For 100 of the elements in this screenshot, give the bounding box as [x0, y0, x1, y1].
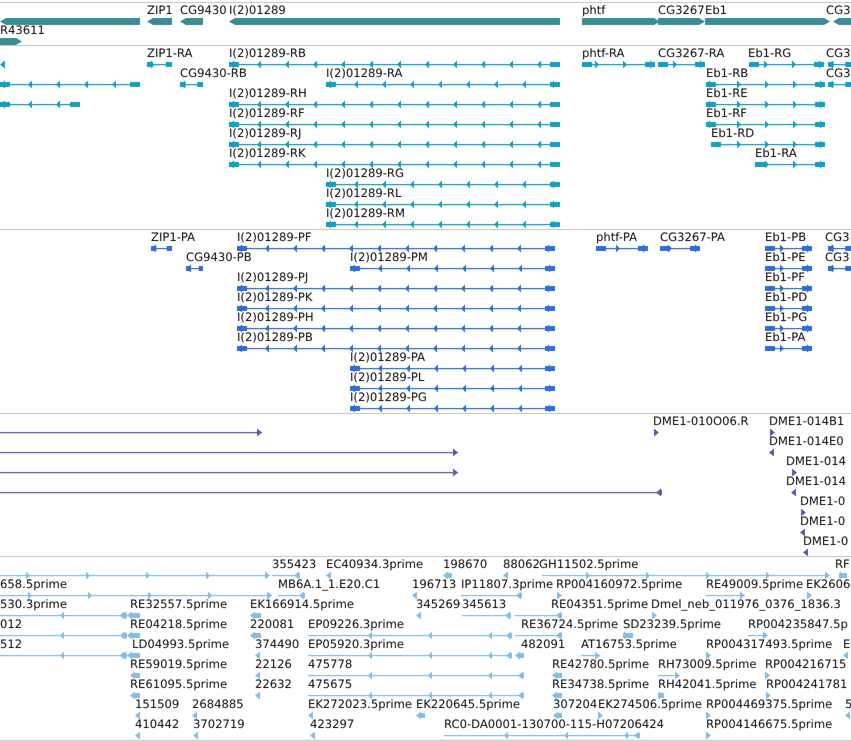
- protein-drawing[interactable]: [237, 284, 555, 293]
- feature-label: 345613: [462, 598, 506, 611]
- feature-label: phtf: [582, 4, 606, 17]
- clone-alignment-drawing[interactable]: [791, 488, 797, 497]
- clone-alignment-drawing[interactable]: [800, 528, 806, 537]
- protein-drawing[interactable]: [765, 304, 812, 313]
- clone-alignment-drawing[interactable]: [769, 448, 775, 457]
- protein-drawing[interactable]: [237, 344, 555, 353]
- feature-label: I(2)01289-RL: [326, 187, 402, 200]
- est-alignment-drawing[interactable]: [552, 671, 562, 680]
- clone-alignment-drawing[interactable]: [0, 488, 662, 497]
- feature-label: CG3: [825, 231, 850, 244]
- protein-drawing[interactable]: [765, 244, 812, 253]
- feature-label: EC40934.3prime: [326, 558, 424, 571]
- est-alignment-drawing[interactable]: [706, 651, 711, 660]
- feature-label: Eb1-RA: [755, 147, 797, 160]
- feature-label: CG3267-PA: [660, 231, 725, 244]
- feature-label: RH42041.5prime: [658, 678, 756, 691]
- gene-bar[interactable]: [658, 17, 705, 26]
- est-alignment-drawing[interactable]: [806, 591, 813, 600]
- clone-alignment-drawing[interactable]: [0, 428, 262, 437]
- clone-alignment-drawing[interactable]: [0, 448, 458, 457]
- clone-alignment-drawing[interactable]: [0, 468, 458, 477]
- feature-label: EK274506.5prime: [598, 698, 702, 711]
- protein-drawing[interactable]: [186, 264, 203, 273]
- gene-bar[interactable]: [0, 17, 140, 26]
- protein-drawing[interactable]: [828, 244, 851, 253]
- feature-label: 307204: [553, 698, 598, 711]
- est-alignment-drawing[interactable]: [255, 651, 261, 660]
- clone-alignment-drawing[interactable]: [653, 428, 660, 437]
- protein-drawing[interactable]: [350, 264, 555, 273]
- gene-bar[interactable]: [147, 17, 172, 26]
- est-alignment-drawing[interactable]: [255, 671, 261, 680]
- est-alignment-drawing[interactable]: [766, 691, 771, 700]
- feature-label: Eb1-PA: [765, 331, 806, 344]
- feature-label: Eb1-PD: [765, 291, 808, 304]
- gene-bar[interactable]: [229, 17, 560, 26]
- protein-drawing[interactable]: [237, 304, 555, 313]
- est-alignment-drawing[interactable]: [192, 711, 197, 720]
- feature-label: EP09226.3prime: [308, 618, 404, 631]
- feature-label: AT16753.5prime: [581, 638, 677, 651]
- transcript-drawing[interactable]: [828, 60, 851, 69]
- clone-alignment-drawing[interactable]: [803, 548, 809, 556]
- est-alignment-drawing[interactable]: [503, 571, 509, 580]
- feature-label: DME1-014E0: [769, 435, 844, 448]
- clone-alignment-drawing[interactable]: [800, 508, 806, 517]
- feature-label: CG9430-PB: [186, 251, 252, 264]
- feature-label: 512: [0, 638, 22, 651]
- feature-label: ZIP1-RA: [147, 47, 192, 60]
- protein-drawing[interactable]: [765, 284, 812, 293]
- feature-label: phtf-RA: [582, 47, 624, 60]
- est-alignment-drawing[interactable]: [250, 611, 261, 620]
- feature-label: Eb1-RF: [706, 107, 747, 120]
- gene-bar[interactable]: [833, 17, 851, 26]
- feature-label: DME1-010O06.R: [653, 415, 749, 428]
- protein-drawing[interactable]: [350, 384, 555, 393]
- feature-label: RH73009.5prime: [658, 658, 756, 671]
- protein-drawing[interactable]: [660, 244, 700, 253]
- feature-label: CG9430: [180, 4, 227, 17]
- est-alignment-drawing[interactable]: [515, 611, 562, 620]
- feature-label: 3702719: [193, 718, 245, 731]
- protein-drawing[interactable]: [765, 344, 812, 353]
- feature-label: RE61095.5prime: [130, 678, 228, 691]
- clone-alignment-drawing[interactable]: [791, 468, 797, 477]
- protein-drawing[interactable]: [151, 244, 172, 253]
- feature-label: RP004317493.5prime: [706, 638, 832, 651]
- protein-drawing[interactable]: [350, 404, 555, 413]
- protein-drawing[interactable]: [596, 244, 648, 253]
- feature-label: LD04993.5prime: [132, 638, 230, 651]
- protein-drawing[interactable]: [237, 324, 555, 333]
- protein-drawing[interactable]: [350, 364, 555, 373]
- est-alignment-drawing[interactable]: [706, 711, 711, 720]
- feature-label: 196713: [412, 578, 456, 591]
- feature-label: I(2)01289-RG: [326, 167, 404, 180]
- protein-drawing[interactable]: [237, 244, 555, 253]
- est-alignment-drawing[interactable]: [581, 651, 600, 660]
- est-alignment-drawing[interactable]: [765, 671, 770, 680]
- est-alignment-drawing[interactable]: [553, 711, 562, 720]
- feature-label: 658.5prime: [0, 578, 67, 591]
- protein-drawing[interactable]: [765, 324, 812, 333]
- gene-bar[interactable]: [705, 17, 830, 26]
- feature-label: I(2)01289-RM: [326, 207, 405, 220]
- feature-label: RE59019.5prime: [130, 658, 228, 671]
- feature-label: 410442: [135, 718, 180, 731]
- feature-label: GH11502.5prime: [539, 558, 638, 571]
- gene-bar[interactable]: [180, 17, 203, 26]
- feature-label: CG3: [826, 47, 850, 60]
- feature-label: DME1-0: [800, 495, 846, 508]
- clone-alignment-drawing[interactable]: [769, 428, 775, 437]
- protein-drawing[interactable]: [828, 264, 851, 273]
- feature-label: I(2)01289-RJ: [229, 127, 302, 140]
- est-alignment-drawing[interactable]: [556, 591, 563, 600]
- protein-drawing[interactable]: [765, 264, 812, 273]
- feature-label: 2684885: [192, 698, 244, 711]
- feature-label: CG3: [826, 4, 850, 17]
- feature-label: CG3: [825, 251, 850, 264]
- gene-bar[interactable]: [582, 17, 660, 26]
- feature-label: CG9430-RB: [180, 67, 247, 80]
- gene-bar[interactable]: [0, 37, 22, 45]
- est-alignment-drawing[interactable]: [130, 671, 140, 680]
